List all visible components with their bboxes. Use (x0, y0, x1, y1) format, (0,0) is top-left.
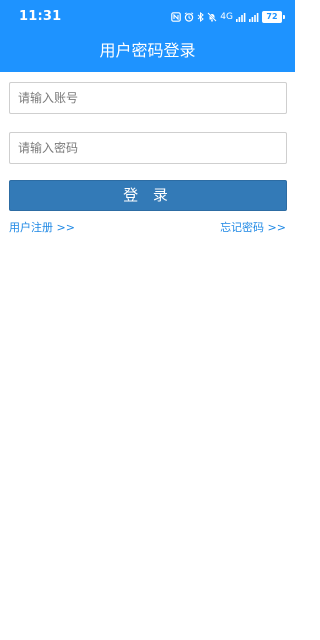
register-link[interactable]: 用户注册 >> (9, 221, 75, 235)
login-button[interactable]: 登 录 (9, 180, 287, 211)
status-icons: 4G 72 (171, 9, 285, 25)
password-input[interactable] (9, 132, 287, 164)
account-input[interactable] (9, 82, 287, 114)
bluetooth-icon (197, 12, 205, 22)
nfc-icon (171, 12, 182, 22)
battery-icon: 72 (262, 11, 285, 23)
battery-tip (283, 15, 285, 19)
cellular-signal-icon (249, 12, 259, 22)
mute-icon (207, 12, 217, 22)
status-time: 11:31 (19, 9, 62, 24)
alarm-icon (184, 12, 194, 22)
battery-level: 72 (262, 11, 282, 23)
network-type-label: 4G (220, 12, 233, 22)
forgot-password-link[interactable]: 忘记密码 >> (220, 221, 286, 235)
top-bar: 11:31 4G 72 用户密码登录 (0, 0, 295, 72)
status-bar: 11:31 4G 72 (0, 0, 295, 32)
login-screen: 11:31 4G 72 用户密码登录 请输入账号 登 录 用户注册 >> 忘记密… (0, 0, 295, 640)
page-title: 用户密码登录 (99, 41, 196, 60)
wifi-signal-icon (236, 12, 246, 22)
